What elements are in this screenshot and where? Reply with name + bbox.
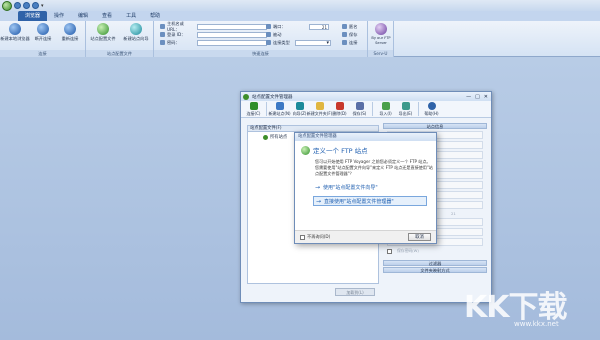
define-ftp-site-dialog: 站点配置文件管理器 定义一个 FTP 站点 您可以开始使用 FTP Voyage… xyxy=(294,132,437,244)
save-icon xyxy=(355,102,364,110)
serv-u-group: By our FTP Server Serv-U xyxy=(368,21,394,57)
connection-type-select[interactable] xyxy=(295,39,331,46)
reconnect-icon xyxy=(64,23,76,35)
toolbar-connect-button[interactable]: 连接(C) xyxy=(244,102,263,117)
help-icon xyxy=(427,102,436,110)
dialog-heading: 定义一个 FTP 站点 xyxy=(313,147,368,155)
port-icon xyxy=(266,24,271,29)
wizard-icon xyxy=(130,23,142,35)
disconnect-button[interactable]: 断开连接 xyxy=(28,23,58,42)
connect-icon xyxy=(342,40,347,45)
ribbon-tabs: 浏览器 操作 编辑 查看 工具 帮助 xyxy=(0,11,600,21)
tab-operations[interactable]: 操作 xyxy=(47,11,71,21)
dont-ask-checkbox[interactable] xyxy=(300,234,305,240)
toolbar-export-button[interactable]: 导出(E) xyxy=(396,102,415,117)
host-icon xyxy=(160,24,165,29)
connect-button[interactable]: 连接 xyxy=(342,39,357,46)
export-icon xyxy=(401,102,410,110)
port-field[interactable]: 21 xyxy=(451,211,456,216)
forward-icon[interactable] xyxy=(23,2,30,9)
arrow-right-icon: → xyxy=(315,183,321,191)
wizard-icon xyxy=(295,102,304,110)
new-site-icon xyxy=(275,102,284,110)
watermark-url: www.kkx.net xyxy=(514,320,559,328)
serv-u-button[interactable]: By our FTP Server xyxy=(366,23,396,45)
quick-connect-group: 主机名或 URL： 登录 ID： 密码： 端口： 21 被动 连接类型 ▾ 匿名… xyxy=(154,21,368,57)
window-titlebar: 站点配置文件管理器 — □ ✕ xyxy=(241,92,491,101)
save-password-checkbox-box xyxy=(387,248,392,254)
site-profiles-header: 站点配置文件(F) xyxy=(247,125,379,132)
arrow-right-icon: → xyxy=(316,197,322,205)
toolbar-import-button[interactable]: 导入(I) xyxy=(376,102,395,117)
save-password-checkbox[interactable]: 保存密码(W) xyxy=(387,248,483,254)
save-checkbox[interactable]: 保存 xyxy=(342,31,357,38)
connect-group: 新建本地浏览器 断开连接 重新连接 连接 xyxy=(0,21,86,57)
anonymous-checkbox[interactable]: 匿名 xyxy=(342,23,357,30)
minimize-button[interactable]: — xyxy=(466,94,471,100)
site-profile-group: 站点配置文件 新建站点向导 站点配置文件 xyxy=(86,21,154,57)
window-app-icon xyxy=(243,93,249,100)
cancel-button[interactable]: 取消 xyxy=(408,233,431,241)
toolbar-new-site-button[interactable]: 新建站点(N) xyxy=(268,102,291,117)
anonymous-icon xyxy=(342,24,347,29)
login-input[interactable] xyxy=(197,31,267,38)
sites-folder-icon xyxy=(263,134,268,140)
tab-browser[interactable]: 浏览器 xyxy=(18,11,48,21)
back-icon[interactable] xyxy=(14,2,21,9)
port-input[interactable]: 21 xyxy=(309,23,329,30)
password-input[interactable] xyxy=(197,39,267,46)
refresh-icon[interactable] xyxy=(32,2,39,9)
site-profile-icon xyxy=(97,23,109,35)
customize-dropdown-icon[interactable]: ▾ xyxy=(41,3,44,9)
reconnect-button[interactable]: 重新连接 xyxy=(55,23,85,42)
maximize-button[interactable]: □ xyxy=(475,94,480,100)
folder-mapping-bar[interactable]: 文件夹映射方式 xyxy=(383,267,487,273)
new-local-browser-button[interactable]: 新建本地浏览器 xyxy=(0,23,30,42)
load-to-button[interactable]: 加载到(L) xyxy=(335,288,375,296)
quick-access-bar: ▾ xyxy=(0,0,600,11)
new-site-wizard-button[interactable]: 新建站点向导 xyxy=(121,23,151,42)
passive-icon xyxy=(266,32,271,37)
tab-view[interactable]: 查看 xyxy=(95,11,119,21)
toolbar-delete-button[interactable]: 删除(D) xyxy=(330,102,349,117)
connection-type-icon xyxy=(266,40,271,45)
import-icon xyxy=(381,102,390,110)
host-input[interactable] xyxy=(197,23,267,30)
filter-bar[interactable]: 过滤器 xyxy=(383,260,487,266)
disconnect-icon xyxy=(37,23,49,35)
dont-ask-label: 不再询问(D) xyxy=(307,234,331,239)
window-toolbar: 连接(C) 新建站点(N) 向导(Z) 新建文件夹(F) 删除(D) 保存(S)… xyxy=(241,101,491,118)
use-manager-option[interactable]: → 直接使用"站点配置文件管理器" xyxy=(313,196,427,207)
password-icon xyxy=(160,40,165,45)
folder-icon xyxy=(315,102,324,110)
dialog-footer: 不再询问(D) 取消 xyxy=(295,230,436,243)
app-menu-orb-icon[interactable] xyxy=(2,0,12,11)
watermark-logo: KK下载 www.kkx.net xyxy=(464,282,592,336)
ftp-site-icon xyxy=(301,145,310,155)
serv-u-icon xyxy=(375,23,387,35)
toolbar-new-folder-button[interactable]: 新建文件夹(F) xyxy=(307,102,332,117)
login-icon xyxy=(160,32,165,37)
tab-edit[interactable]: 编辑 xyxy=(71,11,95,21)
site-info-header: 站点信息 xyxy=(383,123,487,129)
ribbon: 新建本地浏览器 断开连接 重新连接 连接 站点配置文件 新建站点向导 站点配置文… xyxy=(0,21,600,57)
toolbar-save-button[interactable]: 保存(S) xyxy=(350,102,369,117)
close-button[interactable]: ✕ xyxy=(484,94,488,100)
site-profile-button[interactable]: 站点配置文件 xyxy=(88,23,118,42)
local-browser-icon xyxy=(9,23,21,35)
delete-icon xyxy=(335,102,344,110)
dialog-message: 您可以开始使用 FTP Voyager 之前您必须定义一个 FTP 站点。您需要… xyxy=(315,159,433,176)
save-icon xyxy=(342,32,347,37)
dialog-title: 站点配置文件管理器 xyxy=(295,133,436,141)
tab-tools[interactable]: 工具 xyxy=(119,11,143,21)
use-wizard-option[interactable]: → 使用"站点配置文件向导" xyxy=(313,182,427,192)
connect-icon xyxy=(249,102,258,110)
toolbar-help-button[interactable]: 帮助(H) xyxy=(422,102,441,117)
tab-help[interactable]: 帮助 xyxy=(143,11,167,21)
